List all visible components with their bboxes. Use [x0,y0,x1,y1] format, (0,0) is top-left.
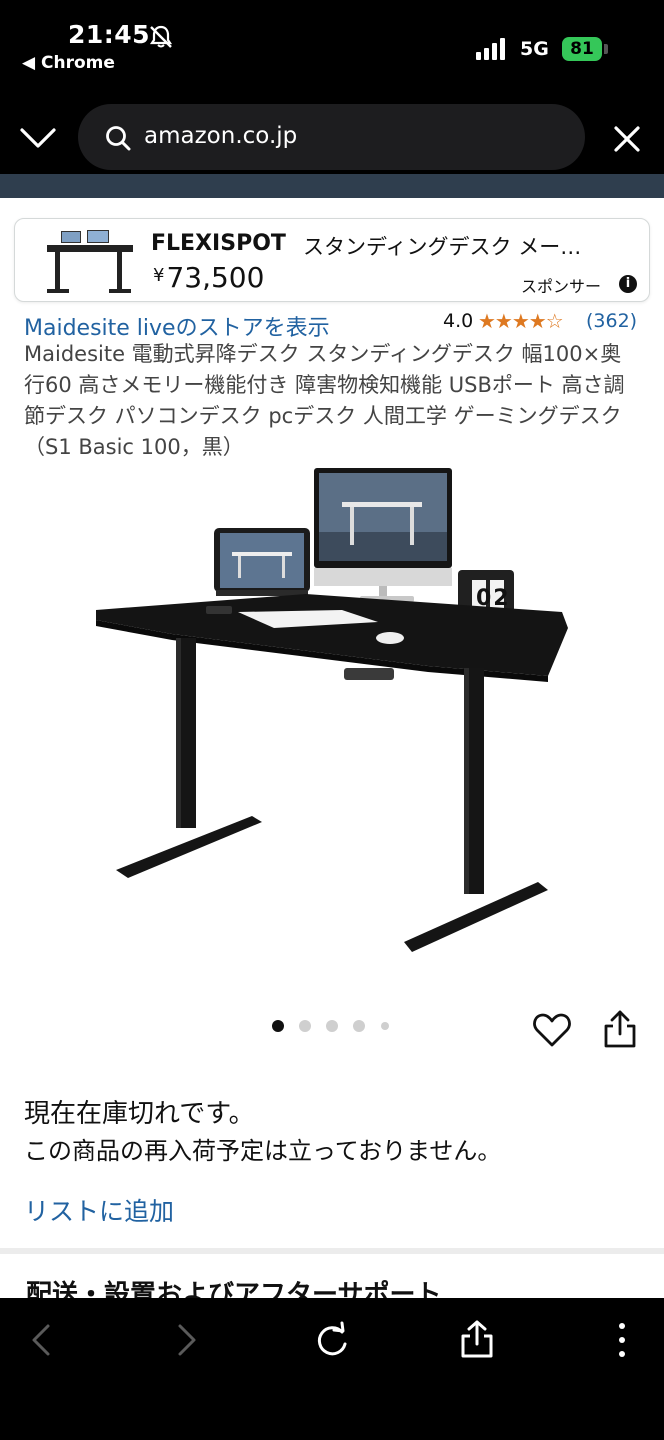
currency-symbol: ¥ [153,265,165,286]
carousel-dot[interactable] [299,1020,311,1032]
reload-icon[interactable] [310,1318,354,1362]
sponsor-product-image [47,230,133,293]
carousel-dot[interactable] [326,1020,338,1032]
info-icon[interactable]: i [619,275,637,293]
flip-clock-digits: 02 [476,586,511,611]
back-arrow-icon[interactable] [20,1318,64,1362]
section-divider [0,1248,664,1254]
carousel-dot[interactable] [353,1020,365,1032]
status-time: 21:45 [68,20,151,49]
add-to-list-link[interactable]: リストに追加 [24,1192,174,1228]
bell-slash-icon [149,25,173,48]
review-count-link[interactable]: (362) [586,310,637,332]
carousel-dot[interactable] [381,1022,389,1030]
battery-cap [604,44,608,54]
forward-arrow-icon[interactable] [164,1318,208,1362]
sponsor-price: ¥73,500 [153,261,264,294]
share-icon[interactable] [455,1318,499,1362]
sponsored-label: スポンサー [521,277,602,296]
empty-star: ☆ [545,309,564,333]
battery-indicator: 81 [562,37,602,61]
store-link[interactable]: Maidesite liveのストアを表示 [24,310,330,342]
url-bar[interactable]: amazon.co.jp [78,104,585,170]
stock-status: 現在在庫切れです。 [24,1099,255,1129]
filled-stars: ★★★★ [478,309,547,333]
battery-level: 81 [570,39,594,59]
search-icon [106,126,131,151]
sponsor-price-value: 73,500 [166,261,265,294]
signal-icon [476,38,505,60]
sponsor-brand: FLEXISPOT [151,231,286,256]
product-image[interactable] [92,462,574,962]
url-text[interactable]: amazon.co.jp [144,123,297,149]
star-rating[interactable]: ★★★★☆ [478,309,564,333]
browser-top-bar: 21:45 ◀ Chrome 5G 81 amazon.co.jp [0,0,664,174]
carousel-dot[interactable] [272,1020,284,1032]
more-options-icon[interactable] [600,1318,644,1362]
chevron-down-icon[interactable] [18,118,58,158]
browser-bottom-toolbar [0,1298,664,1440]
sponsored-ad-banner[interactable]: FLEXISPOT スタンディングデスク メー… ¥73,500 スポンサー i [14,218,650,302]
heart-icon[interactable] [532,1010,572,1050]
share-icon[interactable] [602,1008,638,1050]
rating-value[interactable]: 4.0 [443,310,473,332]
product-title: Maidesite 電動式昇降デスク スタンディングデスク 幅100×奥行60 … [24,342,625,459]
close-icon[interactable] [606,118,648,160]
sponsor-title: スタンディングデスク メー… [303,235,582,259]
back-to-app-link[interactable]: ◀ Chrome [22,53,115,73]
network-type: 5G [520,38,549,60]
restock-info: この商品の再入荷予定は立っておりません。 [24,1137,502,1165]
site-nav-strip [0,174,664,198]
